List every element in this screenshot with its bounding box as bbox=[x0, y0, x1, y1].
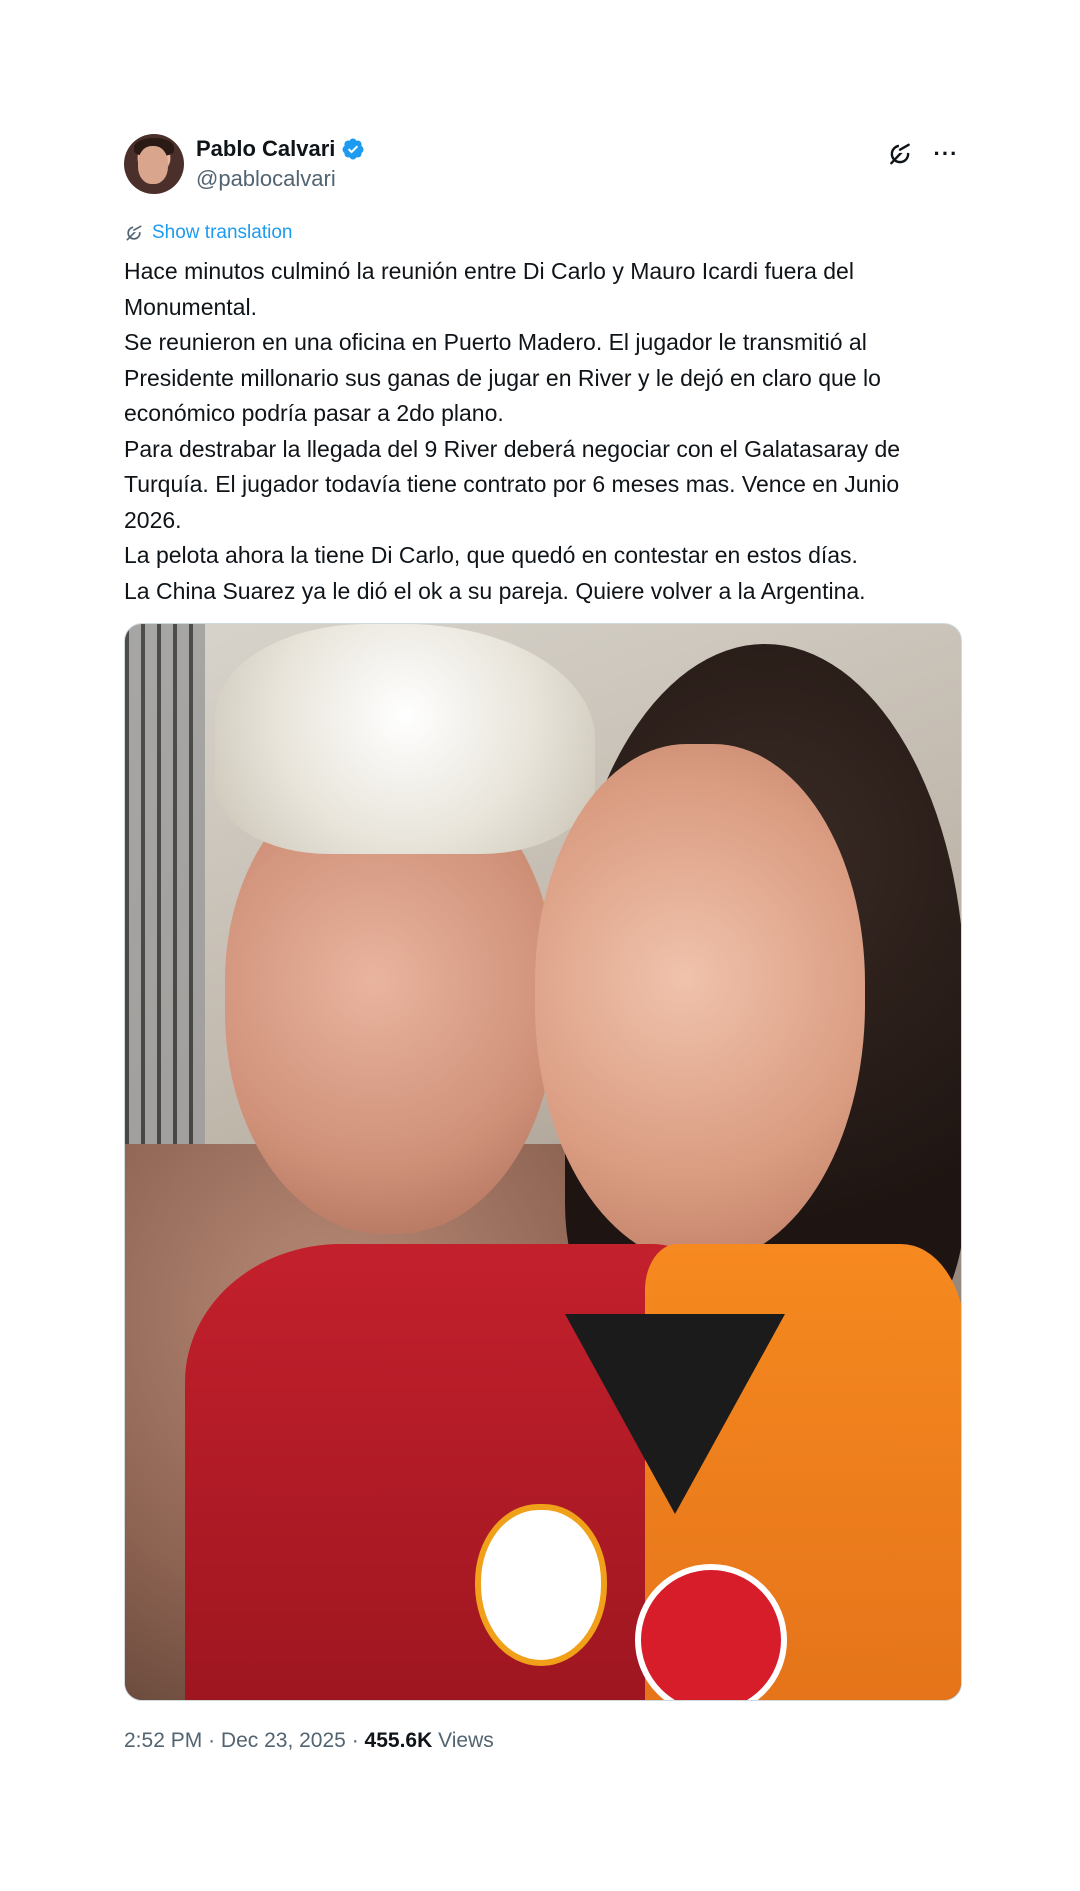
views-count: 455.6K bbox=[364, 1729, 433, 1752]
photo-club-crest bbox=[475, 1504, 607, 1666]
tweet-text-line: La China Suarez ya le dió el ok a su par… bbox=[124, 577, 866, 604]
views-label: Views bbox=[438, 1729, 494, 1752]
tweet-text-line: Para destrabar la llegada del 9 River de… bbox=[124, 435, 901, 533]
display-name[interactable]: Pablo Calvari bbox=[196, 136, 335, 162]
photo-man-hair bbox=[215, 624, 595, 854]
tweet: Pablo Calvari @pablocalvari ··· Show tra… bbox=[124, 130, 962, 1753]
photo-window-bars bbox=[125, 624, 205, 1164]
name-row: Pablo Calvari bbox=[196, 136, 365, 162]
tweet-header: Pablo Calvari @pablocalvari ··· bbox=[124, 130, 960, 194]
show-translation-label: Show translation bbox=[152, 222, 293, 243]
tweet-time[interactable]: 2:52 PM bbox=[124, 1729, 202, 1752]
grok-button[interactable] bbox=[886, 140, 914, 168]
tweet-meta: 2:52 PM · Dec 23, 2025 · 455.6K Views bbox=[124, 1729, 960, 1753]
handle[interactable]: @pablocalvari bbox=[196, 166, 336, 192]
photo-shirt-red bbox=[185, 1244, 705, 1700]
tweet-date[interactable]: Dec 23, 2025 bbox=[221, 1729, 346, 1752]
grok-icon bbox=[890, 143, 911, 165]
verified-badge-icon bbox=[342, 138, 364, 160]
avatar-face bbox=[138, 146, 168, 184]
tweet-text-line: La pelota ahora la tiene Di Carlo, que q… bbox=[124, 542, 858, 568]
photo-woman-face bbox=[535, 744, 865, 1264]
tweet-text: Hace minutos culminó la reunión entre Di… bbox=[124, 254, 960, 609]
more-icon: ··· bbox=[933, 141, 959, 166]
avatar[interactable] bbox=[124, 134, 184, 194]
meta-separator: · bbox=[351, 1729, 359, 1752]
tweet-text-line: Hace minutos culminó la reunión entre Di… bbox=[124, 258, 854, 320]
grok-icon bbox=[126, 224, 143, 241]
meta-separator: · bbox=[208, 1729, 216, 1752]
show-translation-link[interactable]: Show translation bbox=[124, 222, 960, 244]
header-actions: ··· bbox=[886, 140, 960, 168]
tweet-text-line: Se reunieron en una oficina en Puerto Ma… bbox=[124, 329, 881, 426]
tweet-photo[interactable] bbox=[124, 623, 962, 1701]
more-options-button[interactable]: ··· bbox=[932, 140, 960, 168]
